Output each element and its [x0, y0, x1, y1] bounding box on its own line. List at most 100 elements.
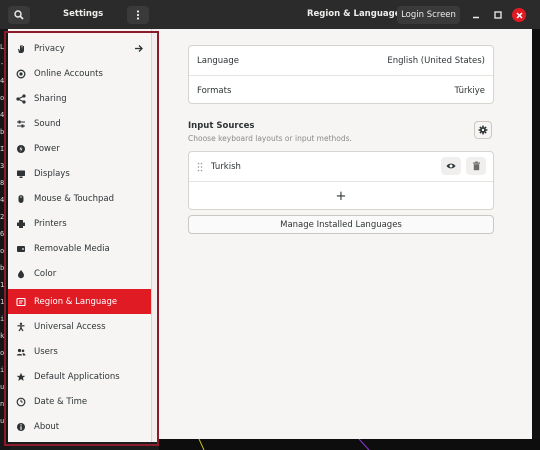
language-label: Language [197, 55, 239, 66]
sidebar-item-label: Sharing [34, 93, 67, 104]
terminal-char: b [0, 128, 5, 136]
sidebar-item-label: Users [34, 346, 58, 357]
terminal-char: n [0, 400, 5, 408]
formats-row[interactable]: Formats Türkiye [189, 76, 493, 105]
background-desktop [159, 438, 540, 450]
mouse-icon [16, 194, 26, 204]
panel-title: Region & Language [307, 9, 401, 19]
sidebar-item-privacy[interactable]: Privacy [8, 36, 151, 61]
media-icon [16, 244, 26, 254]
main-panel: Language English (United States) Formats… [159, 29, 532, 439]
language-formats-card: Language English (United States) Formats… [188, 45, 494, 104]
sidebar-item-default-applications[interactable]: Default Applications [8, 364, 151, 389]
sidebar-item-about[interactable]: About [8, 414, 151, 439]
language-row[interactable]: Language English (United States) [189, 46, 493, 75]
sidebar-item-sharing[interactable]: Sharing [8, 86, 151, 111]
terminal-char: I [0, 145, 5, 153]
region-icon [16, 297, 26, 307]
terminal-char: 6 [0, 230, 5, 238]
terminal-char: - [0, 60, 5, 68]
trash-icon [472, 161, 480, 171]
power-icon [16, 144, 26, 154]
terminal-char: 4 [0, 196, 5, 204]
input-sources-title: Input Sources [188, 121, 255, 131]
input-sources-subtitle: Choose keyboard layouts or input methods… [188, 134, 352, 143]
terminal-char: L [0, 43, 5, 51]
minimize-icon [473, 16, 479, 19]
clock-icon [16, 397, 26, 407]
vertical-dots-icon [136, 10, 140, 20]
star-icon [16, 372, 26, 382]
menu-button[interactable] [127, 6, 149, 24]
sidebar-item-label: About [34, 421, 60, 432]
gear-icon [478, 125, 488, 135]
sidebar-item-label: Universal Access [34, 321, 106, 332]
sidebar-item-online-accounts[interactable]: Online Accounts [8, 61, 151, 86]
circle-icon [16, 69, 26, 79]
sidebar-item-sound[interactable]: Sound [8, 111, 151, 136]
login-screen-button[interactable]: Login Screen [397, 6, 460, 24]
sidebar-item-region-language[interactable]: Region & Language [8, 289, 151, 314]
printer-icon [16, 219, 26, 229]
sidebar-item-color[interactable]: Color [8, 261, 151, 286]
terminal-char: 4 [0, 77, 5, 85]
sidebar-item-label: Region & Language [34, 296, 118, 307]
close-button[interactable] [512, 8, 526, 22]
input-sources-card: Turkish + [188, 151, 494, 210]
manage-installed-languages-button[interactable]: Manage Installed Languages [188, 215, 494, 234]
terminal-char: 1 [0, 281, 5, 289]
terminal-char: u [0, 417, 5, 425]
terminal-char: u [0, 383, 5, 391]
terminal-char: 4 [0, 111, 5, 119]
sidebar-item-power[interactable]: Power [8, 136, 151, 161]
sidebar-item-date-time[interactable]: Date & Time [8, 389, 151, 414]
maximize-icon [494, 11, 502, 19]
arrow-right-icon [135, 45, 143, 52]
terminal-char: 8 [0, 179, 5, 187]
sidebar-item-users[interactable]: Users [8, 339, 151, 364]
sidebar-item-label: Removable Media [34, 243, 110, 254]
sidebar-item-label: Power [34, 143, 60, 154]
drag-handle-icon[interactable] [197, 162, 203, 172]
terminal-char: 1 [0, 298, 5, 306]
share-icon [16, 93, 26, 104]
sidebar-item-printers[interactable]: Printers [8, 211, 151, 236]
add-input-source-button[interactable]: + [189, 182, 493, 211]
info-icon [16, 422, 26, 432]
terminal-char: o [0, 349, 5, 357]
terminal-char: o [0, 94, 5, 102]
input-source-name: Turkish [211, 161, 241, 172]
formats-label: Formats [197, 85, 232, 96]
terminal-char: o [0, 247, 5, 255]
sidebar-item-label: Mouse & Touchpad [34, 193, 115, 204]
sidebar-item-label: Date & Time [34, 396, 88, 407]
settings-title: Settings [63, 9, 104, 19]
terminal-char: i [0, 366, 5, 374]
sidebar-item-label: Default Applications [34, 371, 120, 382]
decorative-lines [198, 438, 370, 450]
sidebar-item-label: Privacy [34, 43, 65, 54]
formats-value: Türkiye [454, 85, 485, 96]
sidebar-item-label: Sound [34, 118, 61, 129]
terminal-char: i [0, 315, 5, 323]
hand-icon [16, 44, 26, 54]
sidebar-item-mouse-touchpad[interactable]: Mouse & Touchpad [8, 186, 151, 211]
sidebar-item-displays[interactable]: Displays [8, 161, 151, 186]
search-button[interactable] [8, 6, 30, 24]
eye-icon [446, 163, 456, 169]
sidebar-item-label: Printers [34, 218, 67, 229]
users-icon [16, 347, 26, 357]
language-value: English (United States) [387, 55, 485, 66]
close-icon [515, 11, 523, 19]
remove-input-button[interactable] [466, 157, 486, 175]
sidebar-item-universal-access[interactable]: Universal Access [8, 314, 151, 339]
preview-layout-button[interactable] [441, 157, 461, 175]
minimize-button[interactable] [469, 8, 483, 22]
sidebar-item-label: Online Accounts [34, 68, 103, 79]
header-bar: Settings Region & Language Login Screen [0, 0, 540, 29]
terminal-char: b [0, 264, 5, 272]
color-icon [16, 269, 26, 279]
input-options-button[interactable] [474, 121, 492, 139]
maximize-button[interactable] [491, 8, 505, 22]
sidebar-item-removable-media[interactable]: Removable Media [8, 236, 151, 261]
